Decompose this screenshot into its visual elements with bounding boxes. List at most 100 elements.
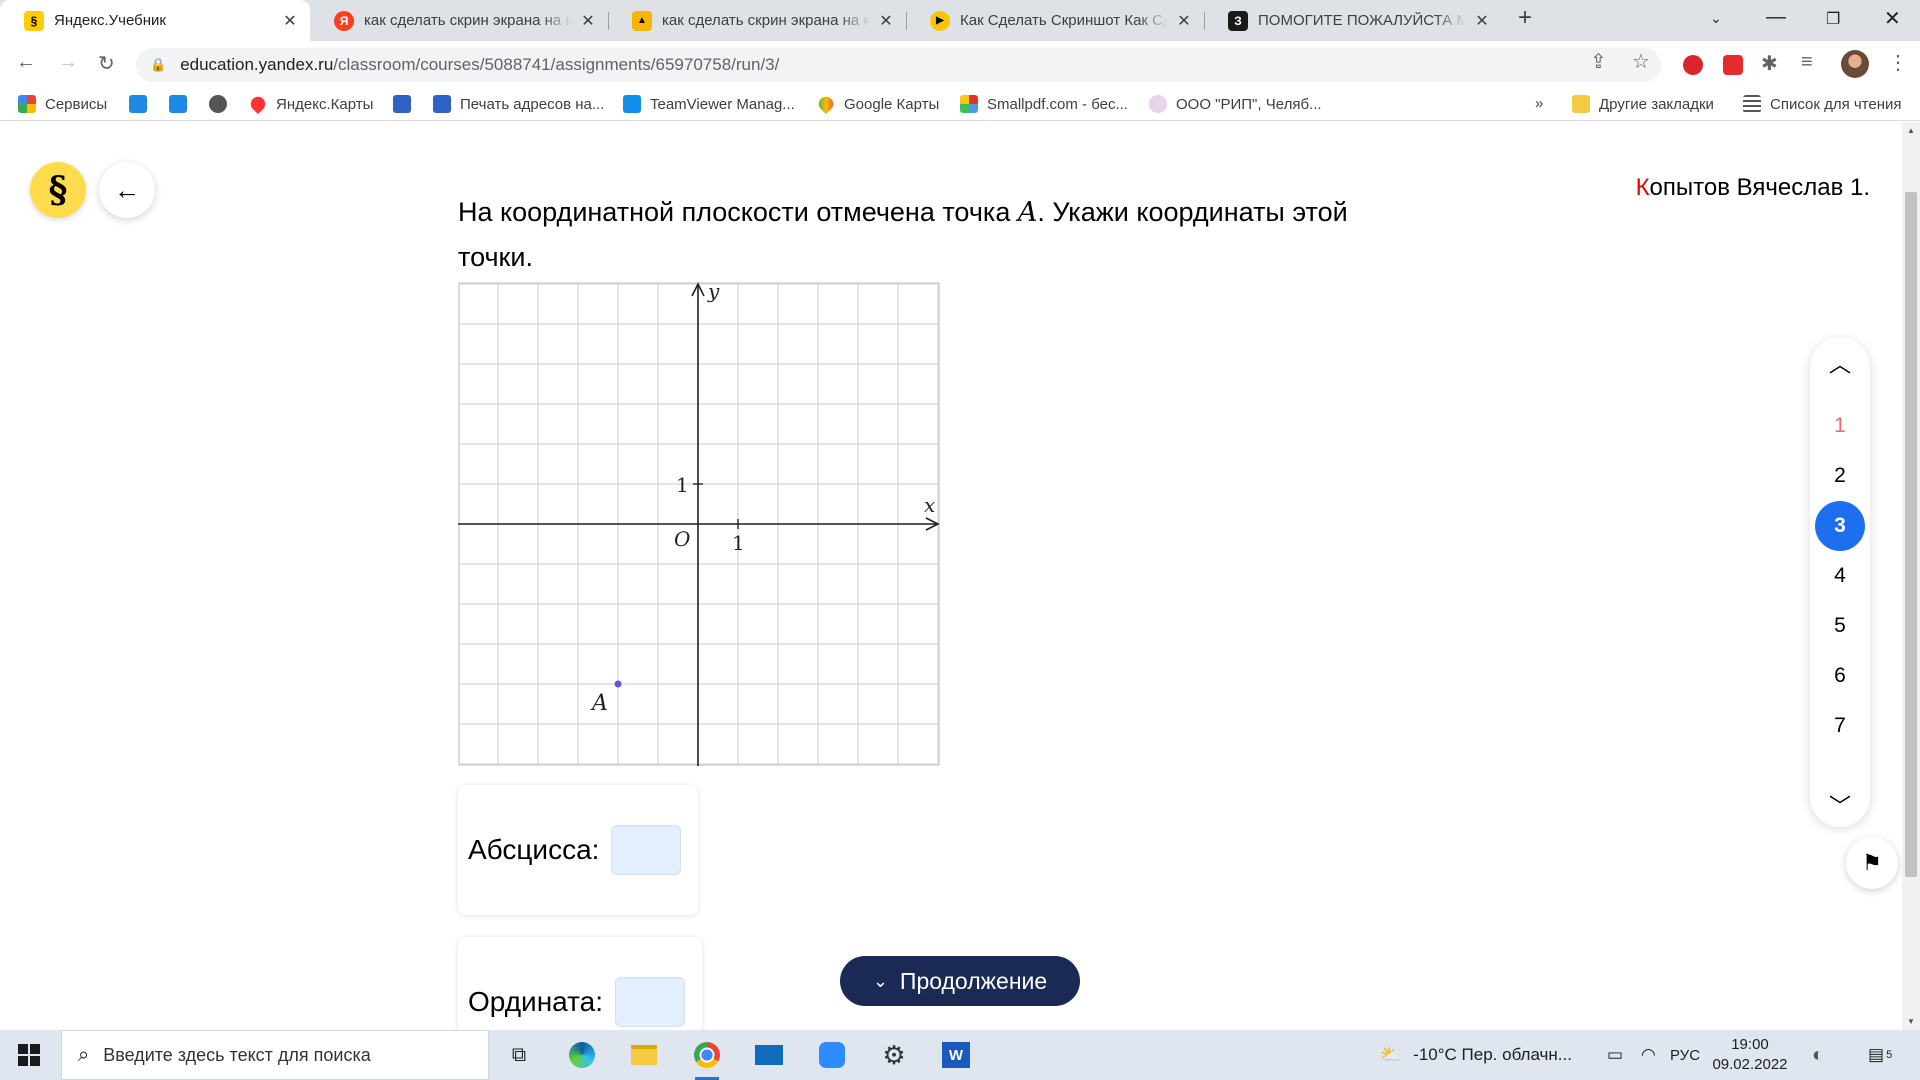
user-name[interactable]: Копытов Вячеслав 1. [1636, 174, 1870, 202]
user-name-initial: К [1635, 174, 1650, 201]
notifications-button[interactable]: ▤ 5 [1868, 1030, 1892, 1080]
language-indicator[interactable]: РУС [1670, 1030, 1700, 1080]
word-icon[interactable]: W [940, 1039, 972, 1071]
share-icon[interactable]: ⇪ [1590, 49, 1607, 74]
scroll-up-icon[interactable]: ▲ [1902, 126, 1920, 135]
scrollbar-thumb[interactable] [1905, 192, 1917, 877]
close-icon[interactable]: ✕ [878, 11, 894, 31]
abscissa-input[interactable] [611, 825, 682, 875]
question-number-5[interactable]: 5 [1815, 601, 1865, 651]
tab-yandex-uchebnik[interactable]: § Яндекс.Учебник ✕ [0, 0, 310, 41]
reload-icon[interactable]: ↻ [98, 51, 115, 76]
tab-strip: § Яндекс.Учебник ✕ Я как сделать скрин э… [0, 0, 1920, 41]
bookmark-mail[interactable] [169, 95, 196, 113]
tab-screenshot-search-1[interactable]: Я как сделать скрин экрана на ко ✕ [310, 0, 608, 41]
close-icon[interactable]: ✕ [580, 11, 596, 31]
bookmark-label: Smallpdf.com - бес... [987, 95, 1128, 113]
tab-title: как сделать скрин экрана на ко [364, 12, 572, 29]
back-button[interactable]: ← [99, 162, 155, 218]
mail-icon[interactable] [753, 1039, 785, 1071]
ordinate-input[interactable] [614, 977, 685, 1027]
scroll-down-icon[interactable]: ▼ [1902, 1017, 1920, 1026]
bookmark-google-maps[interactable]: Google Карты [815, 93, 939, 115]
bookmark-rip[interactable]: ООО "РИП", Челяб... [1149, 95, 1322, 113]
tab-znanija[interactable]: З ПОМОГИТЕ ПОЖАЛУЙСТА МАТ ✕ [1204, 0, 1502, 41]
url-path: /classroom/courses/5088741/assignments/6… [333, 55, 780, 74]
tab-title: Как Сделать Скриншот Как Сде [960, 12, 1168, 29]
bookmark-card[interactable] [129, 95, 156, 113]
report-flag-button[interactable]: ⚑ [1846, 837, 1898, 889]
question-number-2[interactable]: 2 [1815, 451, 1865, 501]
menu-kebab-icon[interactable]: ⋮ [1888, 50, 1908, 75]
overflow-label: » [1535, 95, 1544, 112]
reading-list-button[interactable]: Список для чтения [1743, 95, 1902, 113]
image-icon: ▲ [632, 10, 652, 31]
maximize-button[interactable]: ❐ [1826, 9, 1840, 29]
chevron-down-icon[interactable]: ﹀ [1810, 789, 1870, 821]
taskbar-search-box[interactable]: ⌕ Введите здесь текст для поиска [61, 1030, 489, 1080]
page-scrollbar[interactable]: ▲ ▼ [1902, 122, 1920, 1030]
tab-screenshot-search-2[interactable]: ▲ как сделать скрин экрана на ко ✕ [608, 0, 906, 41]
url-text: education.yandex.ru/classroom/courses/50… [180, 55, 779, 75]
question-number-6[interactable]: 6 [1815, 651, 1865, 701]
zoom-icon[interactable] [816, 1039, 848, 1071]
folder-icon [1572, 95, 1590, 113]
close-icon[interactable]: ✕ [282, 11, 298, 31]
minimize-button[interactable]: — [1766, 6, 1786, 29]
bookmark-smallpdf[interactable]: Smallpdf.com - бес... [960, 95, 1128, 113]
yandex-icon: Я [334, 10, 354, 31]
bookmark-print-addresses[interactable]: Печать адресов на... [433, 95, 604, 113]
close-icon[interactable]: ✕ [1176, 11, 1192, 31]
edge-icon[interactable] [566, 1039, 598, 1071]
forward-arrow-icon[interactable]: → [58, 51, 78, 74]
lock-icon[interactable]: 🔒 [150, 57, 166, 73]
bookmark-teamviewer[interactable]: TeamViewer Manag... [623, 95, 795, 113]
extensions-puzzle-icon[interactable]: ✱ [1761, 51, 1778, 76]
extension-red-square-icon[interactable] [1723, 55, 1743, 75]
file-explorer-icon[interactable] [628, 1039, 660, 1071]
bookmark-yandex-maps[interactable]: Яндекс.Карты [247, 93, 373, 115]
continue-button[interactable]: ⌄ Продолжение [840, 956, 1080, 1006]
profile-avatar[interactable] [1841, 50, 1869, 78]
question-number-7[interactable]: 7 [1815, 701, 1865, 751]
wifi-icon[interactable]: ◠ [1641, 1030, 1656, 1080]
close-icon[interactable]: ✕ [1474, 11, 1490, 31]
media-control-icon[interactable]: ≡ [1801, 51, 1813, 74]
bookmark-envelope[interactable] [393, 95, 420, 113]
settings-gear-icon[interactable]: ⚙ [878, 1039, 910, 1071]
other-bookmarks-folder[interactable]: Другие закладки [1572, 95, 1714, 113]
tab-search-icon[interactable]: ⌄ [1710, 10, 1722, 27]
ordinate-card: Ордината: [458, 937, 702, 1030]
address-bar[interactable]: 🔒 education.yandex.ru/classroom/courses/… [136, 48, 1661, 82]
clock[interactable]: 19:00 09.02.2022 [1700, 1035, 1800, 1075]
bookmark-star-icon[interactable]: ☆ [1632, 49, 1650, 74]
search-placeholder: Введите здесь текст для поиска [103, 1044, 371, 1065]
bookmark-services[interactable]: Сервисы [18, 95, 107, 113]
meet-now-icon[interactable]: ◐ [1812, 1030, 1824, 1080]
new-tab-button[interactable]: + [1518, 4, 1532, 32]
coordinate-plane: y x O 1 1 A [458, 282, 940, 766]
question-number-4[interactable]: 4 [1815, 551, 1865, 601]
extension-red-circle-icon[interactable] [1683, 55, 1703, 75]
task-view-icon[interactable]: ⧉ [503, 1039, 535, 1071]
question-number-3[interactable]: 3 [1815, 501, 1865, 551]
bookmarks-overflow-button[interactable]: » [1535, 95, 1543, 112]
bookmark-label: TeamViewer Manag... [650, 95, 795, 113]
weather-cloud-icon: ⛅ [1380, 1045, 1402, 1064]
yandex-uchebnik-logo[interactable]: § [30, 162, 86, 218]
battery-icon[interactable]: ▭ [1607, 1030, 1623, 1080]
weather-widget[interactable]: ⛅ -10°C Пер. облачн... [1380, 1030, 1572, 1080]
yandex-uchebnik-icon: § [24, 10, 44, 31]
windows-start-icon[interactable] [18, 1044, 40, 1066]
bookmark-label: Сервисы [45, 95, 108, 113]
url-host: education.yandex.ru [180, 55, 334, 74]
question-number-1[interactable]: 1 [1815, 401, 1865, 451]
back-arrow-icon[interactable]: ← [16, 51, 36, 74]
back-arrow-icon: ← [114, 174, 140, 205]
window-close-button[interactable]: ✕ [1884, 6, 1901, 31]
chevron-up-icon[interactable]: ︿ [1810, 347, 1870, 379]
tab-screenshot-video[interactable]: ▶ Как Сделать Скриншот Как Сде ✕ [906, 0, 1204, 41]
y-unit-label: 1 [676, 473, 689, 497]
chrome-icon[interactable] [691, 1039, 723, 1080]
bookmark-globe[interactable] [209, 95, 236, 113]
